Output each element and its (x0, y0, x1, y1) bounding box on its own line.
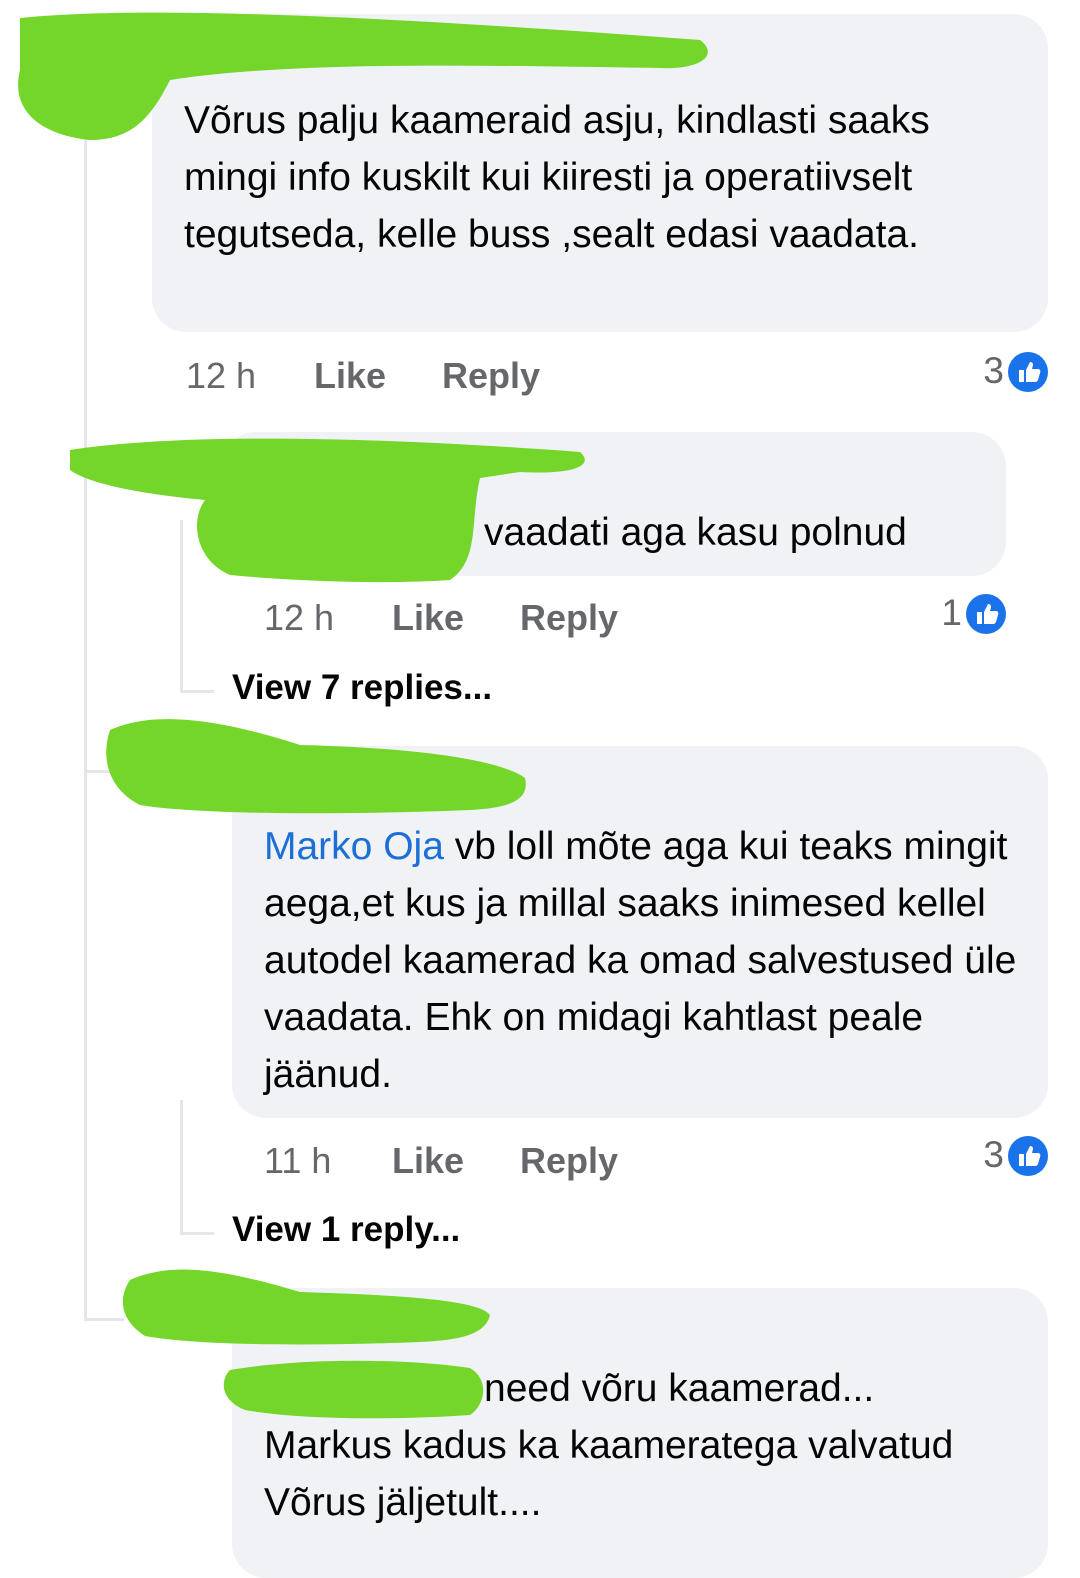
redaction-mark (18, 12, 708, 140)
redaction-scribble (18, 12, 708, 1419)
redaction-mark (122, 1269, 491, 1345)
redaction-mark (106, 719, 526, 814)
redaction-mark (223, 1360, 484, 1419)
redaction-mark (70, 438, 585, 583)
